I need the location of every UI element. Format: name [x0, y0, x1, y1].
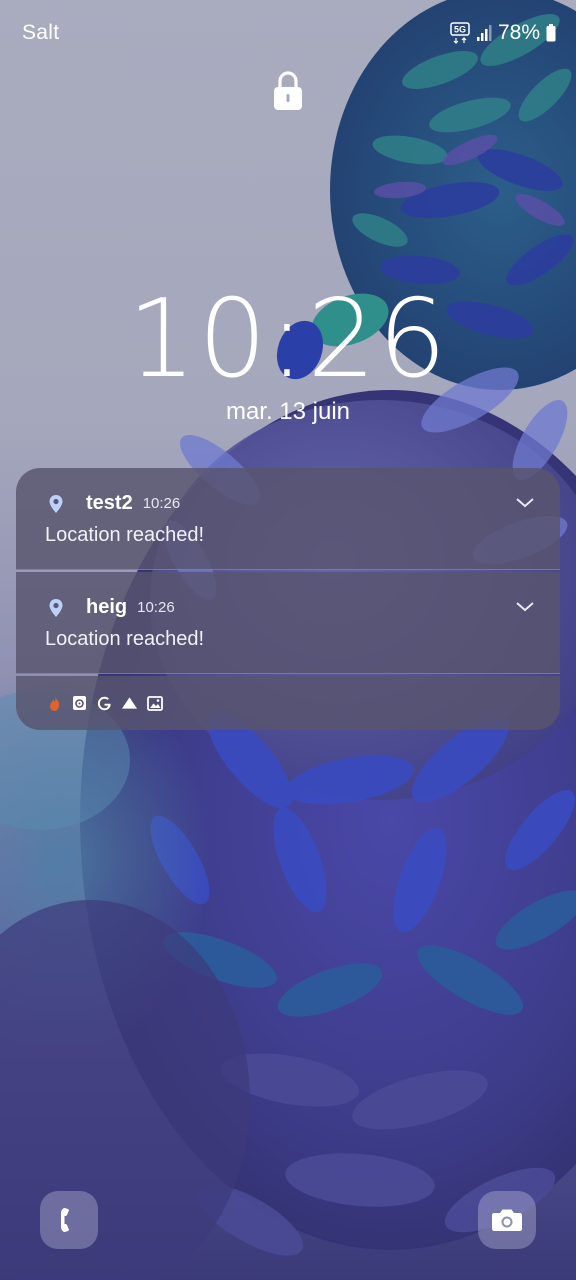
location-pin-icon [49, 598, 63, 617]
battery-percent: 78% [497, 21, 540, 44]
status-icons: 5G 78% [450, 20, 556, 46]
battery-icon [546, 24, 556, 42]
notification-app-name: test2 [86, 492, 133, 514]
chevron-down-icon[interactable] [514, 600, 536, 614]
notification-time: 10:26 [137, 599, 175, 616]
google-icon [96, 695, 113, 712]
chevron-down-icon[interactable] [514, 496, 536, 510]
camera-shortcut-button[interactable] [478, 1191, 536, 1249]
notification-text: Location reached! [45, 628, 205, 650]
notification-stack: test2 10:26 Location reached! heig 10:26… [16, 468, 560, 730]
5g-data-icon: 5G [450, 21, 470, 45]
notification-card[interactable]: test2 10:26 Location reached! [16, 468, 560, 570]
lock-screen-clock: 10:26 [127, 277, 449, 402]
notification-card[interactable]: heig 10:26 Location reached! [16, 572, 560, 674]
lock-screen-date: mar. 13 juin [225, 398, 351, 425]
lock-icon[interactable] [272, 70, 304, 112]
camera-icon [492, 1209, 522, 1231]
notification-time: 10:26 [142, 495, 181, 512]
flame-app-icon [46, 695, 63, 712]
carrier-name: Salt [22, 21, 60, 44]
notification-header: heig 10:26 [48, 596, 175, 619]
location-pin-icon [49, 494, 63, 513]
drive-icon [121, 695, 138, 712]
notification-app-name: heig [86, 596, 128, 618]
device-care-icon [71, 695, 88, 712]
gallery-icon [146, 695, 163, 712]
network-badge-text: 5G [454, 25, 466, 35]
signal-icon [476, 23, 492, 43]
phone-shortcut-button[interactable] [40, 1191, 98, 1249]
notification-text: Location reached! [45, 524, 205, 546]
phone-icon [61, 1208, 69, 1232]
notification-icons-strip[interactable] [16, 676, 560, 730]
notification-header: test2 10:26 [48, 492, 180, 515]
status-bar: Salt 5G 78% [0, 0, 576, 66]
